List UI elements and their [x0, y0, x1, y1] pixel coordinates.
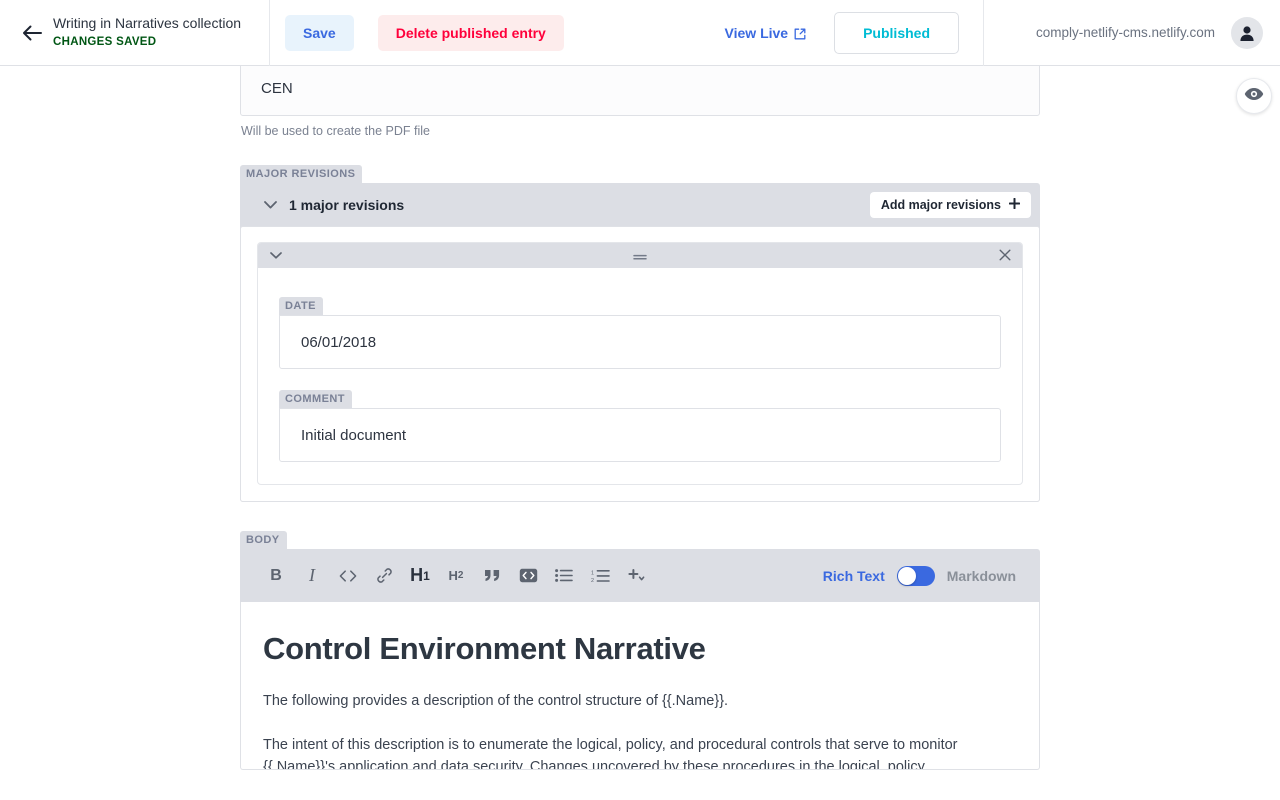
external-link-icon [794, 27, 806, 39]
document-heading: Control Environment Narrative [263, 631, 706, 666]
add-component-icon[interactable] [618, 558, 654, 594]
entry-form-column: CEN Will be used to create the PDF file … [240, 66, 1040, 770]
user-avatar-icon[interactable] [1231, 16, 1263, 49]
title-field-hint: Will be used to create the PDF file [241, 124, 430, 138]
major-revisions-summary: 1 major revisions [289, 196, 405, 213]
link-icon[interactable] [366, 558, 402, 594]
editor-mode-toggle-group: Rich Text Markdown [823, 565, 1016, 586]
major-revisions-items: DATE 06/01/2018 COMMENT Initial document [240, 226, 1040, 502]
major-revisions-container: 1 major revisions Add major revisions DA… [240, 183, 1040, 502]
drag-handle-icon[interactable] [633, 249, 647, 263]
list-item: DATE 06/01/2018 COMMENT Initial document [257, 242, 1023, 485]
plus-icon [1008, 197, 1021, 212]
body-widget: BODY B I H1 H2 1 2 Rich Text Markdown Co… [240, 530, 1040, 770]
bold-icon[interactable]: B [258, 558, 294, 594]
body-label: BODY [240, 531, 287, 549]
list-item-fields: DATE 06/01/2018 COMMENT Initial document [258, 268, 1022, 484]
topbar-left-section: Writing in Narratives collection CHANGES… [0, 0, 270, 66]
view-live-label: View Live [724, 24, 789, 41]
save-status-text: CHANGES SAVED [53, 36, 157, 48]
chevron-down-icon[interactable] [268, 248, 284, 264]
save-button[interactable]: Save [285, 14, 354, 51]
rich-text-mode-label[interactable]: Rich Text [823, 568, 885, 584]
editor-mode-switch[interactable] [896, 565, 935, 586]
revision-date-label: DATE [279, 297, 323, 315]
document-paragraph-2: The intent of this description is to enu… [263, 737, 958, 770]
collection-title-block: Writing in Narratives collection CHANGES… [53, 15, 241, 50]
code-block-icon[interactable] [510, 558, 546, 594]
topbar-account-section: comply-netlify-cms.netlify.com [984, 0, 1280, 66]
back-arrow-icon[interactable] [18, 19, 46, 47]
toggle-preview-button[interactable] [1236, 78, 1272, 114]
close-icon[interactable] [999, 249, 1011, 263]
collection-title: Writing in Narratives collection [53, 15, 242, 31]
publish-status-button[interactable]: Published [834, 11, 959, 54]
code-icon[interactable] [330, 558, 366, 594]
heading-2-icon[interactable]: H2 [438, 558, 474, 594]
switch-knob [897, 566, 916, 585]
title-field: CEN Will be used to create the PDF file [240, 66, 1040, 138]
title-input[interactable]: CEN [240, 66, 1040, 116]
markdown-mode-label[interactable]: Markdown [947, 568, 1016, 584]
revision-date-field: DATE 06/01/2018 [279, 296, 1001, 369]
revision-comment-field: COMMENT Initial document [279, 389, 1001, 462]
rich-text-toolbar: B I H1 H2 1 2 Rich Text Markdown [240, 549, 1040, 602]
top-navigation-bar: Writing in Narratives collection CHANGES… [0, 0, 1280, 66]
major-revisions-header: 1 major revisions Add major revisions [240, 183, 1040, 226]
major-revisions-label: MAJOR REVISIONS [240, 165, 363, 183]
chevron-down-icon[interactable] [262, 197, 278, 213]
eye-icon [1244, 87, 1264, 106]
site-url-label: comply-netlify-cms.netlify.com [1035, 25, 1215, 40]
document-paragraph-1: The following provides a description of … [263, 693, 729, 709]
numbered-list-icon[interactable]: 1 2 [582, 558, 618, 594]
svg-text:2: 2 [591, 578, 594, 583]
list-item-header [258, 243, 1022, 268]
entry-editor-pane: CEN Will be used to create the PDF file … [0, 66, 1280, 800]
revision-comment-input[interactable]: Initial document [279, 408, 1001, 462]
revision-date-input[interactable]: 06/01/2018 [279, 315, 1001, 369]
italic-icon[interactable]: I [294, 558, 330, 594]
add-major-revisions-label: Add major revisions [880, 197, 1001, 212]
quote-icon[interactable] [474, 558, 510, 594]
body-editor-content[interactable]: Control Environment Narrative The follow… [240, 602, 1040, 770]
heading-1-icon[interactable]: H1 [402, 558, 438, 594]
major-revisions-widget: MAJOR REVISIONS 1 major revisions Add ma… [240, 164, 1040, 502]
svg-text:1: 1 [591, 570, 594, 576]
topbar-actions-section: Save Delete published entry View Live Pu… [270, 0, 984, 66]
view-live-link[interactable]: View Live [725, 25, 807, 41]
bulleted-list-icon[interactable] [546, 558, 582, 594]
revision-comment-label: COMMENT [279, 390, 352, 408]
delete-published-entry-button[interactable]: Delete published entry [377, 14, 564, 51]
add-major-revisions-button[interactable]: Add major revisions [869, 191, 1031, 218]
